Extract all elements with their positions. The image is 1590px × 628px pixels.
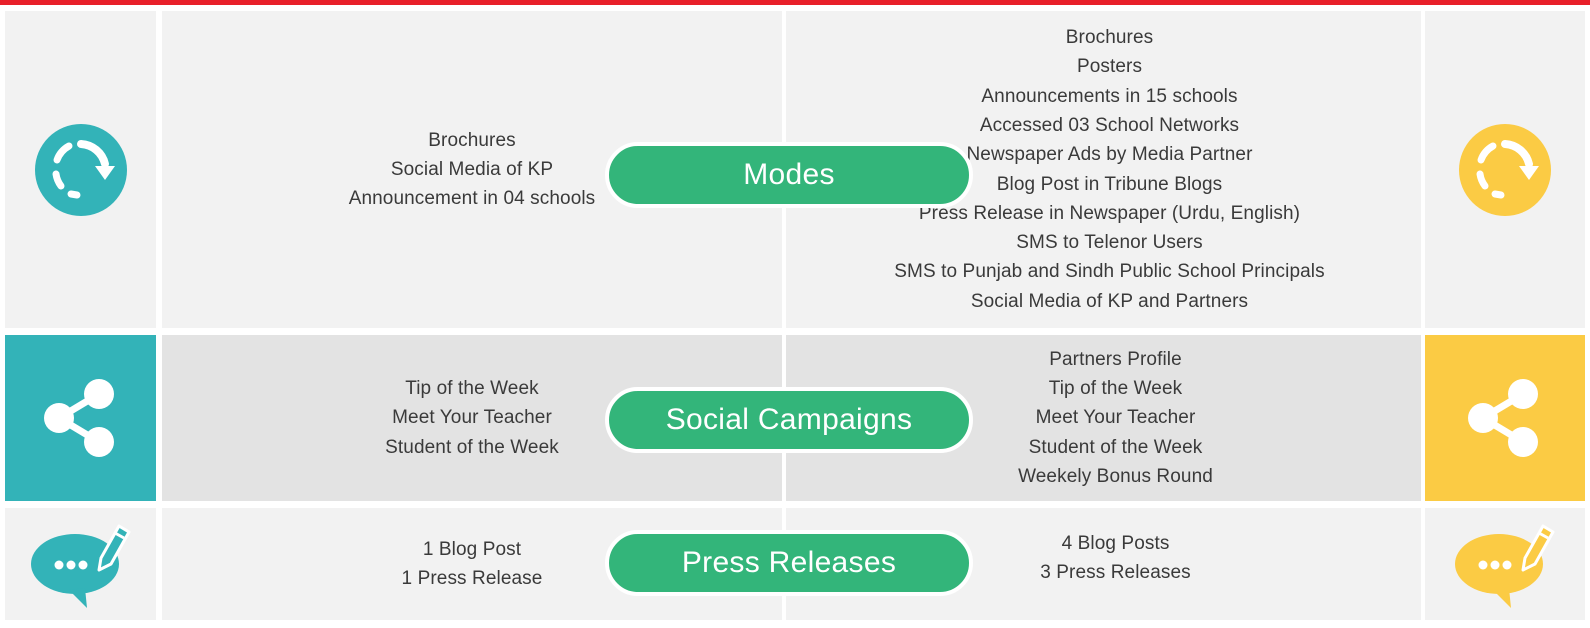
chat-bubble-pen-icon <box>30 524 130 608</box>
list-item: 1 Blog Post <box>422 538 522 560</box>
list-item: Student of the Week <box>385 436 559 458</box>
press-releases-label-pill: Press Releases <box>605 530 973 596</box>
chat-bubble-pen-icon <box>1455 524 1555 608</box>
modes-left-icon-cell <box>5 11 156 328</box>
list-item: Tip of the Week <box>405 378 539 400</box>
list-item: Weekely Bonus Round <box>1018 465 1213 487</box>
share-icon <box>1468 379 1538 457</box>
list-item: Brochures <box>1065 27 1154 49</box>
press-left-icon-cell <box>5 508 156 620</box>
list-item: Blog Post in Tribune Blogs <box>996 173 1223 195</box>
share-icon <box>43 379 114 457</box>
modes-label-pill: Modes <box>605 142 973 208</box>
list-item: Brochures <box>428 129 516 151</box>
list-item: Partners Profile <box>1049 348 1182 370</box>
list-item: Newspaper Ads by Media Partner <box>966 144 1253 166</box>
social-right-icon-cell <box>1425 335 1585 501</box>
list-item: Social Media of KP and Partners <box>970 290 1249 312</box>
list-item: 1 Press Release <box>401 568 543 589</box>
list-item: Announcement in 04 schools <box>348 188 596 210</box>
refresh-cycle-icon <box>1459 123 1551 216</box>
list-item: SMS to Punjab and Sindh Public School Pr… <box>894 261 1325 283</box>
list-item: Meet Your Teacher <box>392 407 552 429</box>
list-item: 4 Blog Posts <box>1061 532 1170 554</box>
list-item: Posters <box>1076 56 1143 78</box>
social-left-icon-cell <box>5 335 156 501</box>
list-item: Tip of the Week <box>1048 378 1183 400</box>
press-right-icon-cell <box>1425 508 1585 620</box>
list-item: Announcements in 15 schools <box>981 85 1238 107</box>
list-item: SMS to Telenor Users <box>1016 232 1203 254</box>
list-item: 3 Press Releases <box>1040 562 1191 583</box>
list-item: Social Media of KP <box>390 158 554 180</box>
refresh-cycle-icon <box>34 123 127 216</box>
list-item: Student of the Week <box>1028 436 1203 458</box>
list-item: Meet Your Teacher <box>1035 407 1196 429</box>
modes-right-icon-cell <box>1425 11 1585 328</box>
list-item: Accessed 03 School Networks <box>979 114 1240 136</box>
list-item: Press Release in Newspaper (Urdu, Englis… <box>918 202 1301 224</box>
social-campaigns-label-pill: Social Campaigns <box>605 387 973 453</box>
top-accent-bar <box>0 0 1590 5</box>
